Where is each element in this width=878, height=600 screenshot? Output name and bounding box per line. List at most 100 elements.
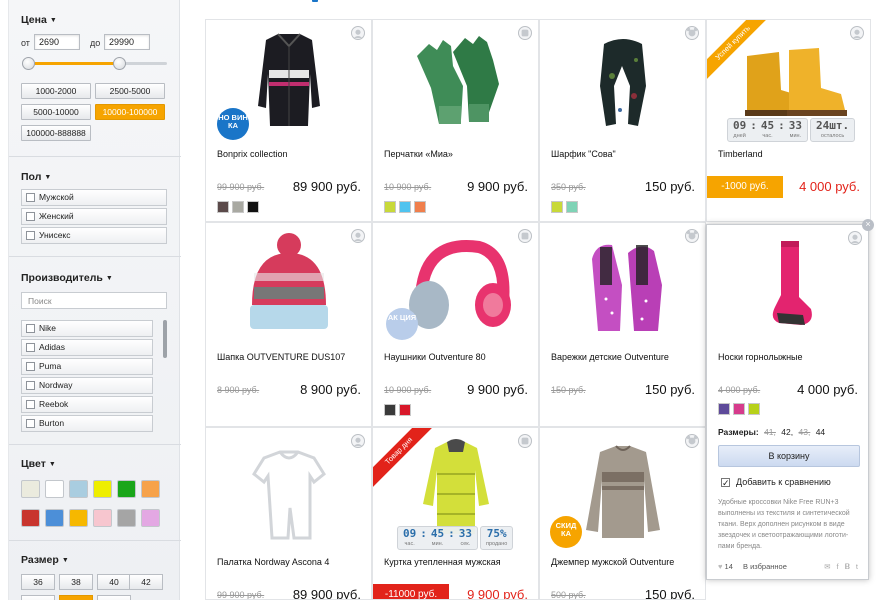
checkbox-icon[interactable]: [26, 343, 35, 352]
adult-avatar-icon[interactable]: [518, 434, 532, 448]
price-range-button[interactable]: 5000-10000: [21, 104, 91, 120]
color-swatch[interactable]: [566, 201, 578, 213]
checkbox-icon[interactable]: [26, 400, 35, 409]
color-swatch[interactable]: [414, 201, 426, 213]
heart-icon[interactable]: ♥: [718, 562, 722, 571]
size-option-active[interactable]: [59, 595, 93, 600]
adult-avatar-icon[interactable]: [850, 26, 864, 40]
share-icons[interactable]: ✉f𝐁t: [824, 562, 864, 572]
size-filter-title[interactable]: Размер ▼: [21, 554, 69, 566]
price-range-button[interactable]: 100000-888888: [21, 125, 91, 141]
adult-avatar-icon[interactable]: [518, 229, 532, 243]
adult-avatar-icon[interactable]: [351, 434, 365, 448]
price-range-button[interactable]: 2500-5000: [95, 83, 165, 99]
product-name[interactable]: Наушники Outventure 80: [384, 352, 486, 362]
color-filter-swatch[interactable]: [93, 509, 112, 527]
checkmark-icon[interactable]: ✓: [721, 478, 730, 488]
color-filter-swatch[interactable]: [69, 509, 88, 527]
color-swatch[interactable]: [384, 201, 396, 213]
close-icon[interactable]: ×: [862, 219, 874, 231]
brand-option[interactable]: Puma: [21, 358, 153, 375]
product-card[interactable]: Успей купить 09 дней : 45 час. : 33 мин. 24…: [706, 19, 871, 222]
adult-avatar-icon[interactable]: [351, 229, 365, 243]
color-filter-swatch[interactable]: [117, 480, 136, 498]
size-option[interactable]: 42: [129, 574, 163, 590]
color-swatch[interactable]: [748, 403, 760, 415]
gender-option[interactable]: Женский: [21, 208, 167, 225]
product-name[interactable]: Варежки детские Outventure: [551, 352, 669, 362]
color-filter-title[interactable]: Цвет ▼: [21, 458, 56, 470]
price-slider-min-handle[interactable]: [22, 57, 35, 70]
size-option[interactable]: 36: [21, 574, 55, 590]
color-filter-swatch[interactable]: [21, 509, 40, 527]
color-swatch[interactable]: [551, 201, 563, 213]
product-card[interactable]: Варежки детские Outventure 150 руб. 150 …: [539, 222, 706, 427]
product-card[interactable]: АК ЦИЯ Наушники Outventure 80 10 900 руб…: [372, 222, 539, 427]
checkbox-icon[interactable]: [26, 419, 35, 428]
checkbox-icon[interactable]: [26, 324, 35, 333]
product-image-mittens[interactable]: [550, 229, 696, 337]
brand-filter-title[interactable]: Производитель ▼: [21, 272, 113, 284]
product-card-expanded[interactable]: × Носки горнолыжные 4 000 руб. 4 000 руб…: [706, 219, 874, 580]
color-swatch[interactable]: [217, 201, 229, 213]
size-option[interactable]: 40: [97, 574, 131, 590]
adult-avatar-icon[interactable]: [518, 26, 532, 40]
brand-search-input[interactable]: Поиск: [21, 292, 167, 309]
gender-option[interactable]: Унисекс: [21, 227, 167, 244]
product-name[interactable]: Палатка Nordway Ascona 4: [217, 557, 329, 567]
child-avatar-icon[interactable]: [685, 26, 699, 40]
product-card[interactable]: СКИД КА Джемпер мужской Outventure 500 р…: [539, 427, 706, 600]
gender-filter-title[interactable]: Пол ▼: [21, 171, 51, 183]
checkbox-icon[interactable]: [26, 212, 35, 221]
color-swatch[interactable]: [247, 201, 259, 213]
price-range-button-active[interactable]: 10000-100000: [95, 104, 165, 120]
adult-avatar-icon[interactable]: [848, 231, 862, 245]
brand-option[interactable]: Nordway: [21, 377, 153, 394]
compare-checkbox[interactable]: ✓ Добавить к сравнению: [721, 477, 831, 488]
product-image-socks[interactable]: [717, 231, 863, 339]
brand-option[interactable]: Burton: [21, 415, 153, 432]
color-filter-swatch[interactable]: [21, 480, 40, 498]
size-option[interactable]: [97, 595, 131, 600]
size-available[interactable]: 42,: [781, 427, 793, 437]
color-swatch[interactable]: [399, 404, 411, 416]
product-card[interactable]: Палатка Nordway Ascona 4 99 900 руб. 89 …: [205, 427, 372, 600]
product-name[interactable]: Джемпер мужской Outventure: [551, 557, 674, 567]
color-filter-swatch[interactable]: [141, 509, 160, 527]
size-option[interactable]: 38: [59, 574, 93, 590]
color-swatch[interactable]: [232, 201, 244, 213]
price-filter-title[interactable]: Цена ▼: [21, 14, 57, 26]
brand-option[interactable]: Adidas: [21, 339, 153, 356]
color-filter-swatch[interactable]: [93, 480, 112, 498]
price-to-input[interactable]: 29990: [104, 34, 150, 50]
color-swatch[interactable]: [399, 201, 411, 213]
product-card[interactable]: НО ВИН КА Bonprix collection 99 900 руб.…: [205, 19, 372, 222]
product-card[interactable]: Товар дня 09 час. : 45 мин. : 33 сек. 75% пр…: [372, 427, 539, 600]
color-filter-swatch[interactable]: [141, 480, 160, 498]
add-to-favorites-link[interactable]: В избранное: [743, 562, 787, 571]
product-name[interactable]: Bonprix collection: [217, 149, 288, 159]
product-image-hat[interactable]: [216, 229, 362, 337]
product-name[interactable]: Носки горнолыжные: [718, 352, 803, 362]
color-swatch[interactable]: [733, 403, 745, 415]
brand-option[interactable]: Nike: [21, 320, 153, 337]
color-filter-swatch[interactable]: [69, 480, 88, 498]
color-filter-swatch[interactable]: [45, 480, 64, 498]
price-range-button[interactable]: 1000-2000: [21, 83, 91, 99]
size-option[interactable]: [21, 595, 55, 600]
child-avatar-icon[interactable]: [685, 434, 699, 448]
product-name[interactable]: Шарфик "Сова": [551, 149, 616, 159]
product-image-gloves[interactable]: [383, 26, 529, 134]
product-card[interactable]: Шапка OUTVENTURE DUS107 8 900 руб. 8 900…: [205, 222, 372, 427]
product-name[interactable]: Шапка OUTVENTURE DUS107: [217, 352, 345, 362]
brand-list-scrollbar[interactable]: [163, 320, 167, 358]
checkbox-icon[interactable]: [26, 231, 35, 240]
size-available[interactable]: 44: [816, 427, 825, 437]
product-image-scarf[interactable]: [550, 26, 696, 134]
color-filter-swatch[interactable]: [117, 509, 136, 527]
price-slider-max-handle[interactable]: [113, 57, 126, 70]
product-card[interactable]: Перчатки «Миа» 10 900 руб. 9 900 руб.: [372, 19, 539, 222]
checkbox-icon[interactable]: [26, 193, 35, 202]
product-image-placeholder[interactable]: [216, 434, 362, 542]
brand-option[interactable]: Reebok: [21, 396, 153, 413]
